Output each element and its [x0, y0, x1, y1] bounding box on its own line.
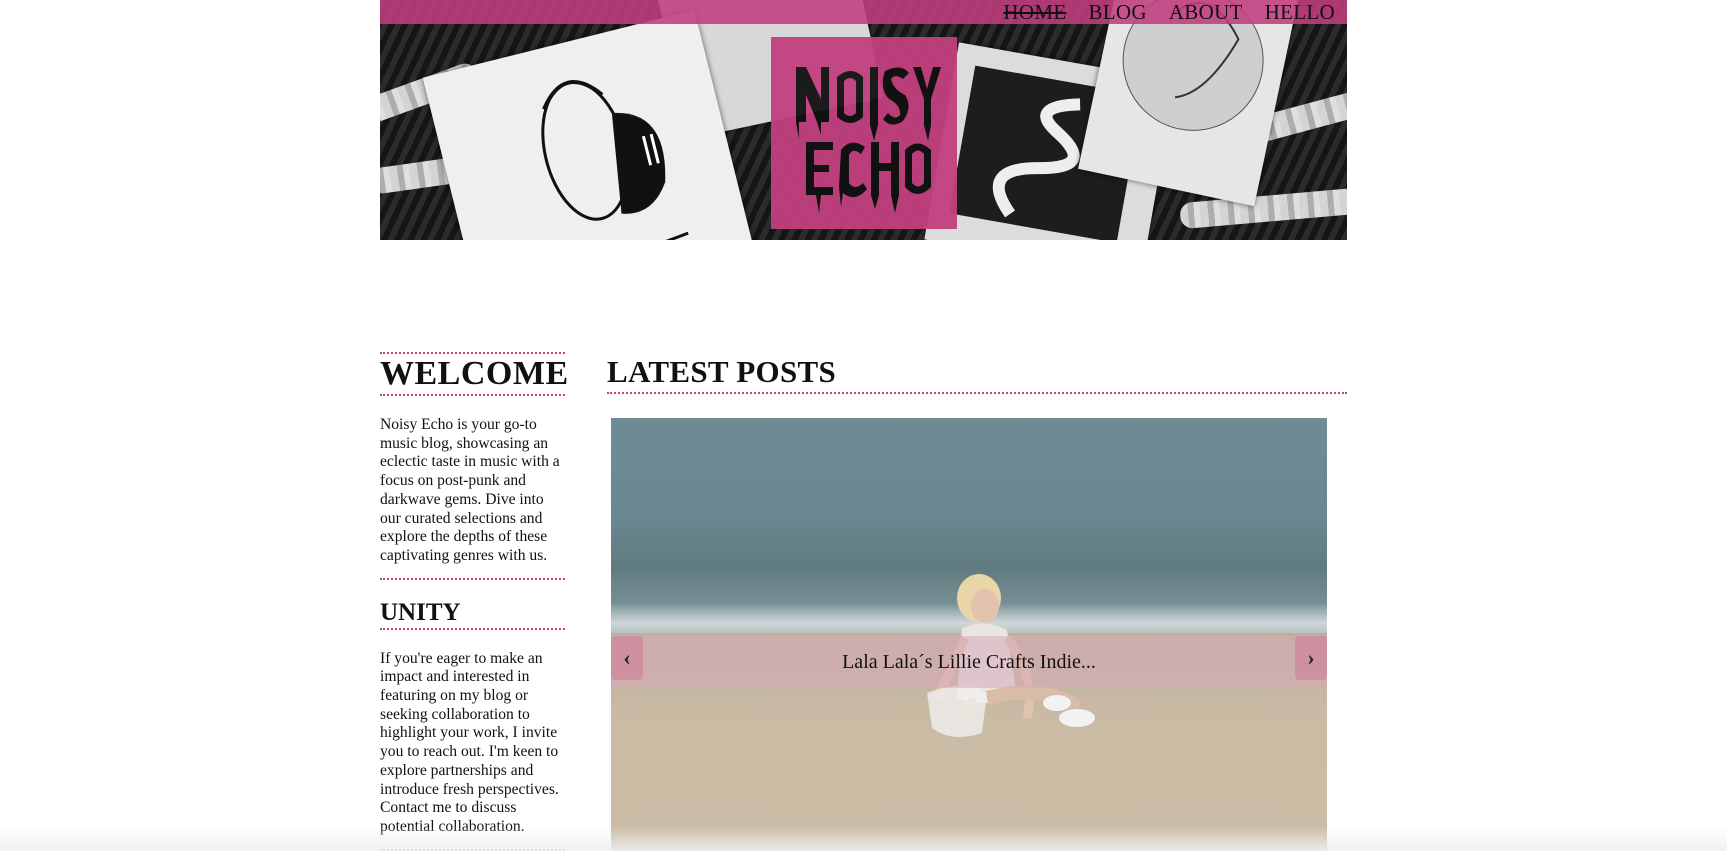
latest-posts-heading: LATEST POSTS	[607, 354, 837, 389]
main-content: LATEST POSTS Lala Lala´s Lillie Crafts I…	[607, 352, 1347, 851]
divider	[380, 394, 565, 396]
welcome-text: Noisy Echo is your go-to music blog, sho…	[380, 416, 560, 564]
sidebar: WELCOME Noisy Echo is your go-to music b…	[380, 352, 569, 851]
divider	[380, 627, 565, 630]
carousel-prev-button[interactable]: ‹	[611, 636, 643, 680]
site-header: HOME BLOG ABOUT HELLO	[380, 0, 1347, 240]
nav-item-home[interactable]: HOME	[1003, 0, 1066, 24]
nav-item-blog[interactable]: BLOG	[1088, 0, 1146, 24]
page: HOME BLOG ABOUT HELLO WELCOME Noisy Echo…	[0, 0, 1727, 851]
carousel-next-button[interactable]: ›	[1295, 636, 1327, 680]
noisy-echo-logo-icon	[796, 67, 941, 213]
main-nav: HOME BLOG ABOUT HELLO	[1003, 0, 1335, 24]
post-caption[interactable]: Lala Lala´s Lillie Crafts Indie...	[611, 636, 1327, 688]
site-logo[interactable]	[771, 37, 957, 229]
bottom-fade	[0, 826, 1727, 851]
nav-item-about[interactable]: ABOUT	[1169, 0, 1243, 24]
welcome-heading: WELCOME	[380, 355, 569, 392]
post-carousel[interactable]: Lala Lala´s Lillie Crafts Indie... ‹ ›	[611, 418, 1327, 851]
unity-heading: UNITY	[380, 598, 461, 626]
nav-item-hello[interactable]: HELLO	[1265, 0, 1335, 24]
divider	[607, 392, 1347, 394]
unity-text: If you're eager to make an impact and in…	[380, 649, 559, 835]
